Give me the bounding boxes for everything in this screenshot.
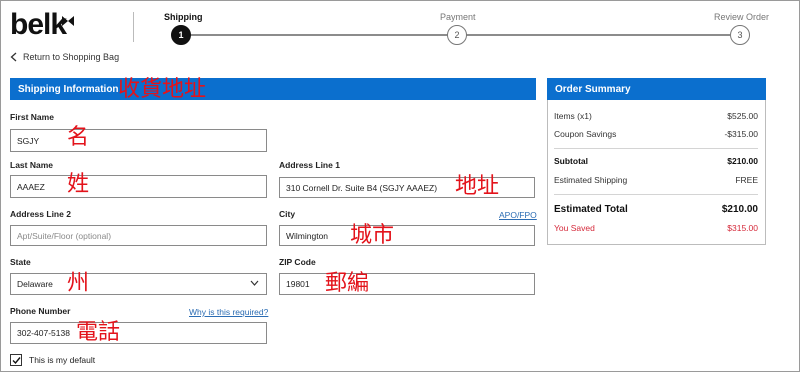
zip-code-label: ZIP Code — [279, 257, 316, 267]
address-line2-input[interactable]: Apt/Suite/Floor (optional) — [10, 225, 267, 246]
items-value: $525.00 — [727, 111, 758, 121]
state-select-value: Delaware — [17, 279, 53, 289]
subtotal-value: $210.00 — [727, 156, 758, 166]
progress-line — [466, 34, 730, 36]
phone-number-input[interactable]: 302-407-5138 — [10, 322, 267, 344]
total-label: Estimated Total — [554, 204, 628, 215]
belk-logo[interactable]: belk — [10, 8, 67, 42]
apo-fpo-link[interactable]: APO/FPO — [499, 210, 537, 220]
saved-value: $315.00 — [727, 223, 758, 233]
zip-code-input[interactable]: 19801 — [279, 273, 535, 295]
summary-items-row: Items (x1) $525.00 — [554, 111, 758, 121]
total-value: $210.00 — [721, 204, 758, 215]
summary-divider — [554, 194, 758, 195]
annotation-zip-code: 郵編 — [325, 271, 370, 296]
annotation-city: 城市 — [350, 223, 395, 248]
progress-line — [190, 34, 448, 36]
summary-divider — [554, 148, 758, 149]
shipping-info-header: Shipping Information — [10, 78, 536, 100]
items-label: Items (x1) — [554, 111, 592, 121]
checkmark-icon — [12, 357, 21, 365]
shipping-cost-label: Estimated Shipping — [554, 175, 628, 185]
annotation-state: 州 — [67, 271, 90, 296]
coupon-value: -$315.00 — [724, 129, 758, 139]
summary-coupon-row: Coupon Savings -$315.00 — [554, 129, 758, 139]
shipping-info-title: Shipping Information — [18, 83, 119, 95]
shipping-cost-value: FREE — [735, 175, 758, 185]
step-circle-payment[interactable]: 2 — [447, 25, 467, 45]
annotation-phone: 電話 — [76, 320, 121, 345]
address-line2-label: Address Line 2 — [10, 209, 71, 219]
belk-bow-icon — [62, 16, 74, 26]
step-circle-shipping[interactable]: 1 — [171, 25, 191, 45]
summary-saved-row: You Saved $315.00 — [554, 223, 758, 233]
why-required-link[interactable]: Why is this required? — [189, 307, 268, 317]
return-to-bag-label: Return to Shopping Bag — [23, 52, 120, 62]
step-label-shipping: Shipping — [164, 12, 203, 22]
annotation-address: 地址 — [455, 174, 500, 199]
step-label-payment: Payment — [440, 12, 476, 22]
first-name-input[interactable]: SGJY — [10, 129, 267, 152]
step-circle-review-order[interactable]: 3 — [730, 25, 750, 45]
chevron-left-icon — [10, 52, 17, 62]
return-to-bag-link[interactable]: Return to Shopping Bag — [10, 52, 119, 62]
state-label: State — [10, 257, 31, 267]
order-summary-title: Order Summary — [555, 83, 631, 95]
summary-shipping-row: Estimated Shipping FREE — [554, 175, 758, 185]
first-name-label: First Name — [10, 112, 54, 122]
city-input[interactable]: Wilmington — [279, 225, 535, 246]
state-select[interactable]: Delaware — [10, 273, 267, 295]
chevron-down-icon — [250, 280, 259, 286]
city-label: City — [279, 209, 296, 219]
annotation-last-name: 姓 — [67, 172, 90, 197]
annotation-shipping-address: 收貨地址 — [118, 77, 207, 102]
saved-label: You Saved — [554, 223, 595, 233]
address-line1-label: Address Line 1 — [279, 160, 340, 170]
annotation-first-name: 名 — [67, 125, 90, 150]
summary-total-row: Estimated Total $210.00 — [554, 204, 758, 215]
summary-subtotal-row: Subtotal $210.00 — [554, 156, 758, 166]
step-label-review-order: Review Order — [714, 12, 770, 22]
phone-number-label: Phone Number — [10, 306, 71, 316]
default-address-checkbox[interactable] — [10, 354, 22, 366]
order-summary-header: Order Summary — [547, 78, 766, 100]
last-name-input[interactable]: AAAEZ — [10, 175, 267, 198]
subtotal-label: Subtotal — [554, 156, 588, 166]
last-name-label: Last Name — [10, 160, 53, 170]
header-divider — [133, 12, 134, 42]
coupon-label: Coupon Savings — [554, 129, 617, 139]
default-address-label: This is my default — [29, 355, 96, 365]
